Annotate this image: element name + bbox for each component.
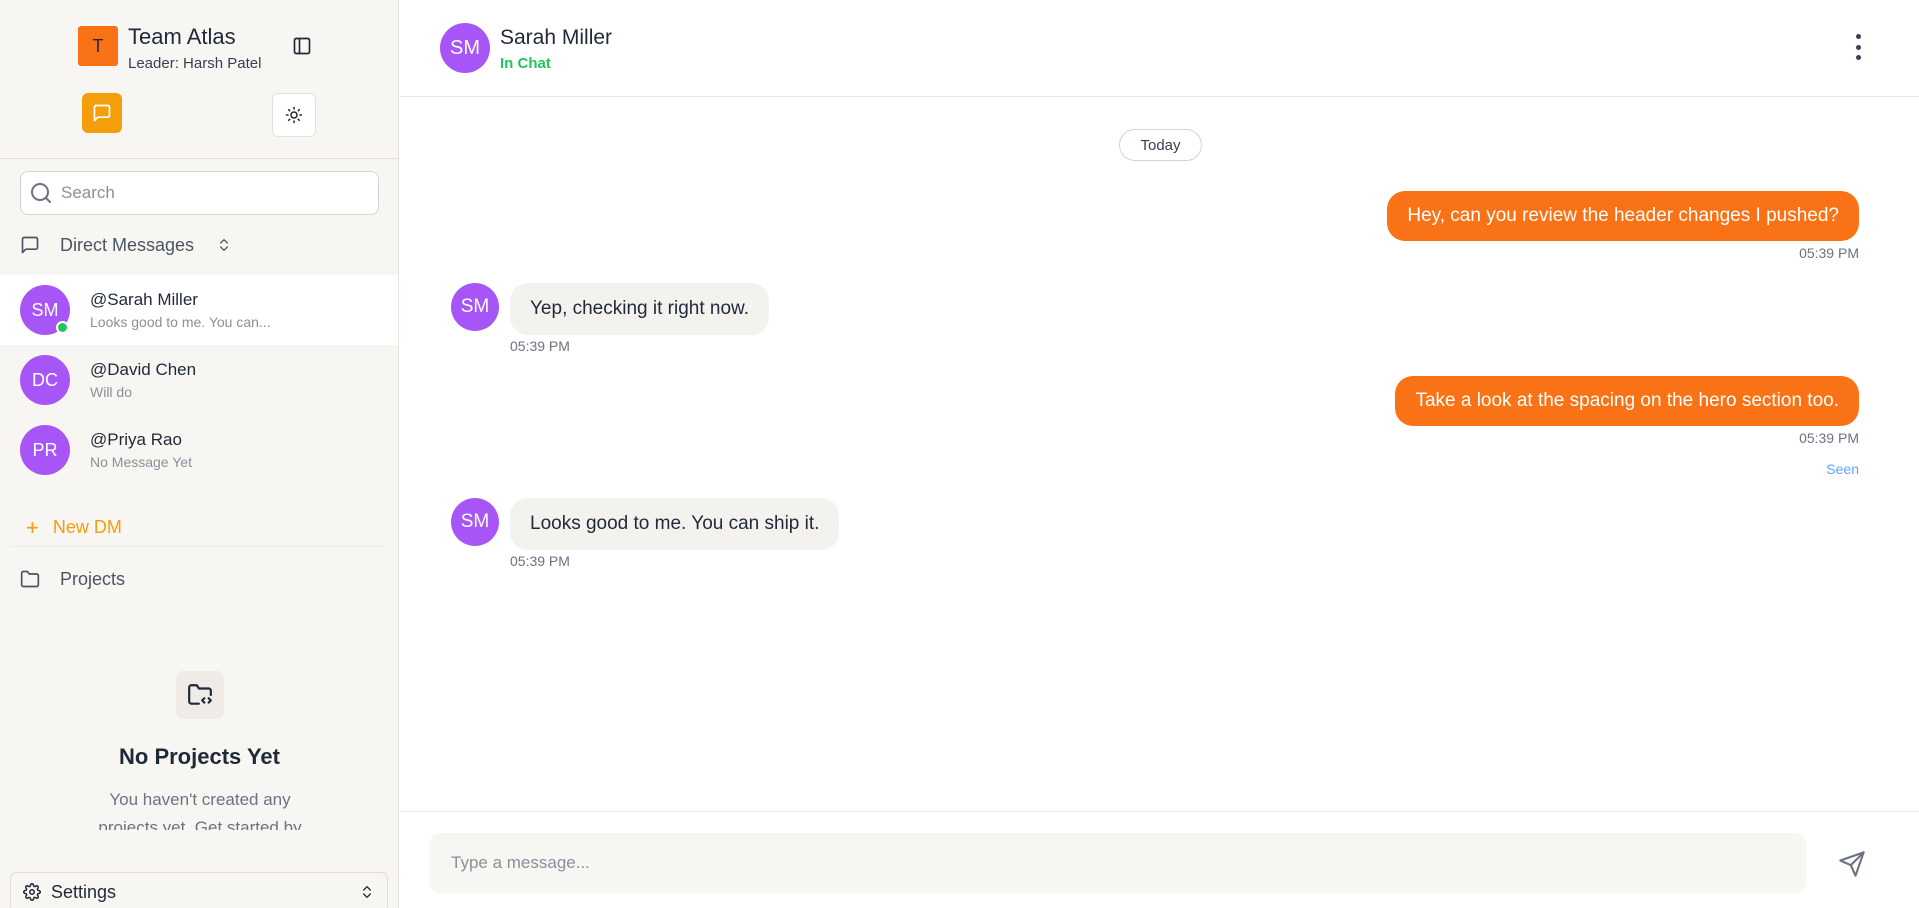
dm-preview: Will do: [90, 384, 133, 400]
message-square-icon: [21, 236, 39, 254]
message-time: 05:39 PM: [1799, 430, 1859, 446]
chat-header: SM Sarah Miller In Chat: [400, 0, 1919, 97]
chevrons-up-down-icon: [363, 886, 371, 898]
contact-avatar: SM: [440, 23, 490, 73]
theme-toggle-button[interactable]: [272, 93, 316, 137]
message-time: 05:39 PM: [510, 338, 570, 354]
message-time: 05:39 PM: [1799, 245, 1859, 261]
new-dm-button[interactable]: + New DM: [10, 509, 388, 547]
dm-name: @Priya Rao: [90, 430, 182, 449]
plus-icon: +: [26, 514, 39, 540]
sun-icon: [285, 106, 303, 124]
dm-item-priya-rao[interactable]: PR @Priya Rao No Message Yet: [0, 415, 398, 485]
online-indicator: [56, 321, 69, 334]
search-icon: [31, 183, 51, 203]
chat-mode-button[interactable]: [82, 93, 122, 133]
direct-messages-header[interactable]: Direct Messages: [20, 229, 379, 261]
search-box: [20, 171, 379, 215]
sidebar-toggle-icon: [293, 37, 311, 55]
folder-code-icon: [188, 684, 212, 705]
direct-messages-label: Direct Messages: [60, 234, 195, 255]
outgoing-message: Hey, can you review the header changes I…: [1387, 191, 1859, 241]
empty-projects-icon-box: [176, 671, 224, 719]
contact-name: Sarah Miller: [500, 26, 613, 49]
avatar: PR: [20, 425, 70, 475]
composer: [400, 811, 1919, 908]
send-button[interactable]: [1836, 848, 1868, 880]
search-input[interactable]: [61, 183, 361, 203]
team-avatar: T: [78, 26, 118, 66]
avatar: SM: [451, 283, 499, 331]
message-time: 05:39 PM: [510, 553, 570, 569]
dm-preview: Looks good to me. You can...: [90, 314, 271, 330]
settings-button[interactable]: Settings: [10, 872, 388, 908]
contact-status: In Chat: [500, 55, 551, 72]
send-icon: [1839, 851, 1865, 877]
chevrons-up-down-icon[interactable]: [216, 237, 232, 253]
dm-item-david-chen[interactable]: DC @David Chen Will do: [0, 345, 398, 415]
avatar: SM: [20, 285, 70, 335]
projects-header[interactable]: Projects: [20, 563, 379, 595]
collapse-sidebar-button[interactable]: [290, 34, 314, 58]
more-vertical-icon[interactable]: [1852, 34, 1864, 60]
new-dm-label: New DM: [52, 517, 122, 537]
sidebar: T Team Atlas Leader: Harsh Patel Direct …: [0, 0, 399, 908]
dm-name: @Sarah Miller: [90, 290, 198, 309]
sidebar-divider: [0, 158, 398, 159]
avatar: SM: [451, 498, 499, 546]
avatar: DC: [20, 355, 70, 405]
incoming-message: Yep, checking it right now.: [510, 283, 769, 335]
team-leader: Leader: Harsh Patel: [128, 55, 262, 72]
seen-status: Seen: [1826, 461, 1859, 477]
settings-label: Settings: [51, 881, 117, 902]
message-square-icon: [93, 104, 111, 122]
folder-icon: [20, 570, 40, 588]
empty-projects-description: You haven't created any projects yet. Ge…: [98, 790, 302, 830]
outgoing-message: Take a look at the spacing on the hero s…: [1395, 376, 1859, 426]
team-name: Team Atlas: [128, 24, 236, 49]
gear-icon: [23, 883, 41, 901]
date-divider: Today: [1119, 129, 1202, 161]
incoming-message: Looks good to me. You can ship it.: [510, 498, 840, 550]
dm-name: @David Chen: [90, 360, 197, 379]
projects-label: Projects: [60, 568, 126, 589]
dm-preview: No Message Yet: [90, 454, 192, 470]
message-input[interactable]: [430, 833, 1806, 893]
empty-projects-title: No Projects Yet: [119, 744, 280, 769]
dm-item-sarah-miller[interactable]: SM @Sarah Miller Looks good to me. You c…: [0, 275, 398, 345]
